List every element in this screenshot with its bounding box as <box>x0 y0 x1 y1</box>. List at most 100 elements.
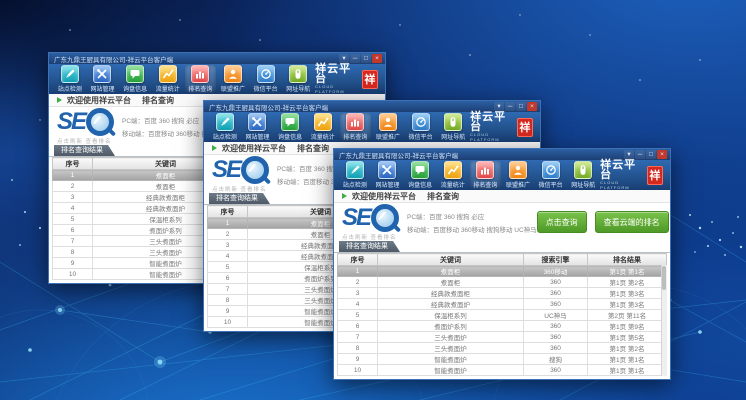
toolbar-item-site-manage[interactable]: 网站管理 <box>87 65 119 93</box>
toolbar-item-traffic[interactable]: 流量统计 <box>437 161 469 189</box>
close-button[interactable]: × <box>657 150 667 159</box>
table-scrollbar[interactable] <box>661 265 667 376</box>
inquiry-message-icon <box>281 113 299 131</box>
brand-name: 祥云平台 <box>600 160 643 180</box>
skin-menu-button[interactable]: ▾ <box>494 102 504 111</box>
minimize-button[interactable]: ─ <box>350 54 360 63</box>
toolbar-item-alliance[interactable]: 联盟推广 <box>502 161 534 189</box>
toolbar-item-alliance[interactable]: 联盟推广 <box>217 65 249 93</box>
cell-keyword: 智能煮面炉 <box>378 354 524 365</box>
site-monitor-icon <box>61 65 79 83</box>
cell-seq: 7 <box>208 284 248 295</box>
toolbar-item-site-monitor[interactable]: 站点检测 <box>209 113 241 141</box>
tab-ranking-results[interactable]: 排名查询结果 <box>209 193 270 204</box>
ranking-query-icon <box>476 161 494 179</box>
toolbar-item-wechat[interactable]: 微信平台 <box>250 65 282 93</box>
inquiry-message-icon <box>126 65 144 83</box>
banner-buttons: 点击查询 查看云端的排名 <box>537 211 669 233</box>
cell-engine: 360 <box>524 343 588 354</box>
scrollbar-thumb[interactable] <box>662 266 666 290</box>
skin-menu-button[interactable]: ▾ <box>339 54 349 63</box>
cell-seq: 4 <box>338 299 378 310</box>
toolbar-item-alliance[interactable]: 联盟推广 <box>372 113 404 141</box>
minimize-button[interactable]: ─ <box>635 150 645 159</box>
toolbar-item-inquiry[interactable]: 询盘信息 <box>274 113 306 141</box>
close-button[interactable]: × <box>372 54 382 63</box>
query-button[interactable]: 点击查询 <box>537 211 587 233</box>
cell-keyword: 保温柜系列 <box>378 310 524 321</box>
ranking-query-icon <box>191 65 209 83</box>
table-row[interactable]: 4 经典款煮面炉 360 第1页 第3名 <box>338 299 667 310</box>
cell-seq: 10 <box>53 269 93 280</box>
maximize-button[interactable]: □ <box>516 102 526 111</box>
cell-seq: 10 <box>338 365 378 376</box>
close-button[interactable]: × <box>527 102 537 111</box>
skin-menu-button[interactable]: ▾ <box>624 150 634 159</box>
toolbar-item-inquiry[interactable]: 询盘信息 <box>119 65 151 93</box>
site-manage-icon <box>93 65 111 83</box>
maximize-button[interactable]: □ <box>361 54 371 63</box>
cell-seq: 2 <box>53 181 93 192</box>
ranking-query-icon <box>346 113 364 131</box>
table-row[interactable]: 6 煮面炉系列 360 第1页 第9名 <box>338 321 667 332</box>
tab-ranking-results[interactable]: 排名查询结果 <box>54 145 115 156</box>
seo-banner: SE 点击刷新 查看排名 PC端：百度 360 搜狗 必应 移动端：百度移动 3… <box>334 203 670 241</box>
cell-seq: 6 <box>53 225 93 236</box>
results-table: 序号 关键词 搜索引擎 排名结果 1 煮面柜 360移动 第1页 第1名 <box>337 253 667 376</box>
toolbar-item-ranking[interactable]: 排名查询 <box>340 113 372 141</box>
magnifier-icon <box>371 204 399 232</box>
toolbar-item-ranking[interactable]: 排名查询 <box>470 161 502 189</box>
brand-logo: 祥云平台 CLOUD PLATFORM 祥 <box>470 112 535 142</box>
inquiry-message-icon <box>411 161 429 179</box>
toolbar-item-site-nav[interactable]: 网址导航 <box>567 161 599 189</box>
cell-seq: 6 <box>208 273 248 284</box>
brand-subtitle: CLOUD PLATFORM <box>315 84 358 94</box>
maximize-button[interactable]: □ <box>646 150 656 159</box>
seo-logo-letters: SE <box>212 159 240 181</box>
table-row[interactable]: 2 煮面柜 360 第1页 第2名 <box>338 277 667 288</box>
toolbar-item-inquiry[interactable]: 询盘信息 <box>404 161 436 189</box>
cell-rank: 第1页 第3名 <box>588 299 667 310</box>
breadcrumb-section: 排名查询 <box>297 143 329 154</box>
toolbar-item-site-monitor[interactable]: 站点检测 <box>339 161 371 189</box>
toolbar-item-ranking[interactable]: 排名查询 <box>185 65 217 93</box>
cell-seq: 2 <box>338 277 378 288</box>
toolbar-item-wechat[interactable]: 微信平台 <box>405 113 437 141</box>
toolbar-item-site-manage[interactable]: 网站管理 <box>242 113 274 141</box>
header-seq: 序号 <box>208 206 248 218</box>
traffic-stats-icon <box>314 113 332 131</box>
table-row[interactable]: 10 智能煮面炉 360 第1页 第1名 <box>338 365 667 376</box>
toolbar-item-site-nav[interactable]: 网址导航 <box>437 113 469 141</box>
cell-engine: 360 <box>524 365 588 376</box>
toolbar-item-traffic[interactable]: 流量统计 <box>152 65 184 93</box>
table-row[interactable]: 9 智能煮面炉 搜狗 第1页 第1名 <box>338 354 667 365</box>
cell-rank: 第1页 第2名 <box>588 277 667 288</box>
cell-seq: 8 <box>208 295 248 306</box>
cell-seq: 6 <box>338 321 378 332</box>
window-controls: ▾ ─ □ × <box>494 102 537 111</box>
toolbar-item-site-manage[interactable]: 网站管理 <box>372 161 404 189</box>
table-row[interactable]: 5 保温柜系列 UC神马 第2页 第11名 <box>338 310 667 321</box>
minimize-button[interactable]: ─ <box>505 102 515 111</box>
view-cloud-ranking-button[interactable]: 查看云端的排名 <box>595 211 669 233</box>
brand-name: 祥云平台 <box>315 64 358 84</box>
header-engine: 搜索引擎 <box>524 254 588 266</box>
cell-seq: 3 <box>338 288 378 299</box>
brand-logo: 祥云平台 CLOUD PLATFORM 祥 <box>315 64 380 94</box>
cell-engine: 360 <box>524 332 588 343</box>
toolbar-item-traffic[interactable]: 流量统计 <box>307 113 339 141</box>
window-title: 广东九鼎王厨具有限公司-祥云平台客户端 <box>209 102 494 112</box>
toolbar-item-site-monitor[interactable]: 站点检测 <box>54 65 86 93</box>
toolbar-item-site-nav[interactable]: 网址导航 <box>282 65 314 93</box>
desktop-background: 广东九鼎王厨具有限公司-祥云平台客户端 ▾ ─ □ × 站点检测 网站管理 <box>0 0 746 400</box>
cell-rank: 第1页 第1名 <box>588 365 667 376</box>
table-row[interactable]: 1 煮面柜 360移动 第1页 第1名 <box>338 266 667 277</box>
table-row[interactable]: 8 三头煮面炉 360 第1页 第2名 <box>338 343 667 354</box>
play-icon <box>212 145 217 151</box>
tab-ranking-results[interactable]: 排名查询结果 <box>339 241 400 252</box>
table-row[interactable]: 7 三头煮面炉 360 第1页 第5名 <box>338 332 667 343</box>
toolbar-item-wechat[interactable]: 微信平台 <box>535 161 567 189</box>
cell-engine: 360 <box>524 288 588 299</box>
table-row[interactable]: 3 经典款煮面柜 360 第1页 第3名 <box>338 288 667 299</box>
table-header-row: 序号 关键词 搜索引擎 排名结果 <box>338 254 667 266</box>
